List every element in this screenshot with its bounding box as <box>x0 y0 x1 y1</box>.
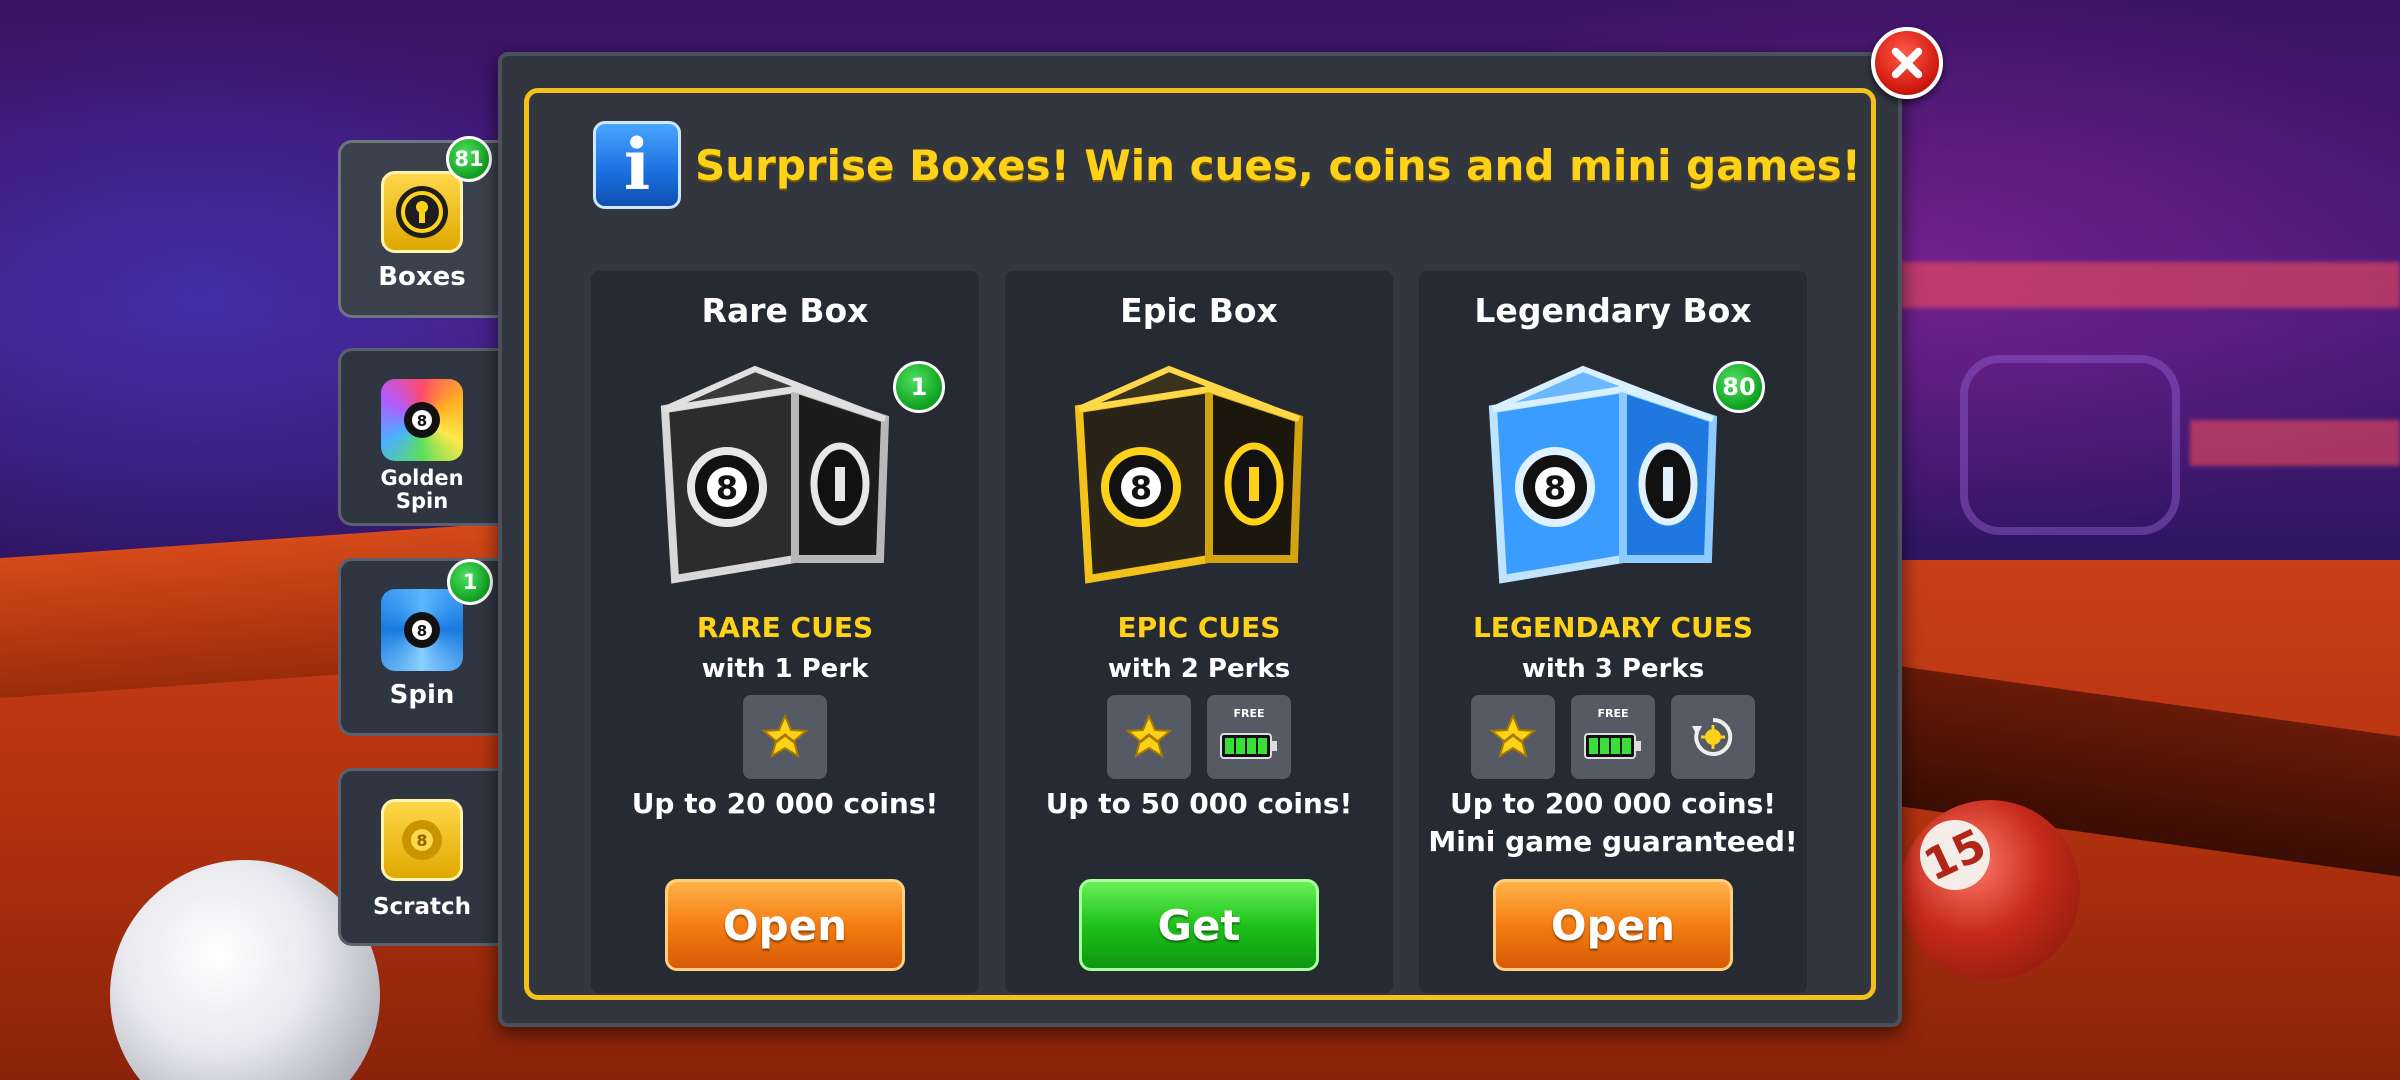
scratch-tab-icon: 8 <box>381 799 463 881</box>
tab-spin[interactable]: 8 1 Spin <box>338 558 503 736</box>
card-title: Legendary Box <box>1474 291 1752 330</box>
mini-game-note: Mini game guaranteed! <box>1428 824 1798 858</box>
coins-label: Up to 200 000 coins! Mini game guarantee… <box>1419 785 1807 861</box>
free-label: FREE <box>1233 707 1265 720</box>
svg-text:8: 8 <box>1544 469 1566 507</box>
perk-item <box>743 695 827 779</box>
boxes-tab-icon: 81 <box>381 136 492 253</box>
tab-label: Scratch <box>372 894 472 920</box>
tab-label: Spin <box>389 680 455 710</box>
cue-type-label: EPIC CUES <box>1117 611 1281 644</box>
open-rare-box-button[interactable]: Open <box>665 879 905 971</box>
perks-label: with 3 Perks <box>1521 654 1705 684</box>
star-chevron-icon <box>1125 713 1173 759</box>
svg-text:8: 8 <box>416 831 427 850</box>
close-icon <box>1891 47 1923 79</box>
rare-box-card: Rare Box 8 1 RARE CUES with 1 Perk Up to… <box>591 271 979 993</box>
tab-label: Boxes <box>378 262 466 292</box>
perk-item: FREE <box>1571 695 1655 779</box>
perk-item <box>1107 695 1191 779</box>
boxes-count-badge: 81 <box>446 136 492 182</box>
legendary-box-image: 8 80 <box>1473 359 1765 589</box>
close-button[interactable] <box>1871 27 1943 99</box>
battery-icon <box>1584 733 1641 759</box>
card-title: Rare Box <box>701 291 869 330</box>
rare-box-count-badge: 1 <box>893 361 945 413</box>
pool-ball: 15 <box>1900 800 2080 980</box>
skull-chat-sign <box>1960 355 2180 535</box>
perk-list <box>591 695 979 779</box>
tab-boxes[interactable]: 81 Boxes <box>338 136 503 318</box>
coins-label: Up to 20 000 coins! <box>631 787 939 820</box>
rare-box-icon: 8 <box>660 365 890 584</box>
epic-box-image: 8 <box>1059 359 1339 589</box>
keyhole-icon <box>396 186 448 238</box>
cue-type-label: RARE CUES <box>696 611 874 644</box>
epic-box-card: Epic Box 8 EPIC CUES with 2 Perks FREE U… <box>1005 271 1393 993</box>
perk-item: FREE <box>1207 695 1291 779</box>
coins-label: Up to 50 000 coins! <box>1045 787 1353 820</box>
legendary-box-count-badge: 80 <box>1713 361 1765 413</box>
coins-amount: Up to 200 000 coins! <box>1449 787 1777 820</box>
cue-type-label: LEGENDARY CUES <box>1472 611 1754 644</box>
svg-text:8: 8 <box>716 469 738 507</box>
info-icon[interactable]: i <box>593 121 681 209</box>
spin-count-badge: 1 <box>447 559 493 605</box>
perk-list: FREE <box>1419 695 1807 779</box>
legendary-box-icon: 8 <box>1488 365 1718 584</box>
epic-box-icon: 8 <box>1074 365 1304 584</box>
time-refresh-icon <box>1692 717 1733 756</box>
perk-item <box>1471 695 1555 779</box>
eight-ball-icon: 8 <box>404 612 440 648</box>
perk-list: FREE <box>1005 695 1393 779</box>
svg-text:8: 8 <box>417 412 427 430</box>
perks-label: with 1 Perk <box>701 654 869 684</box>
legendary-box-card: Legendary Box 8 80 LEGENDARY CUES with 3… <box>1419 271 1807 993</box>
star-chevron-icon <box>1489 713 1537 759</box>
battery-icon <box>1220 733 1277 759</box>
dialog-header: i Surprise Boxes! Win cues, coins and mi… <box>593 121 1861 209</box>
card-title: Epic Box <box>1120 291 1278 330</box>
neon-stripe <box>1900 262 2400 308</box>
tab-scratch[interactable]: 8 Scratch <box>338 768 503 946</box>
tab-label: Golden Spin <box>380 466 464 514</box>
golden-spin-tab-icon: 8 <box>381 379 463 461</box>
rare-box-image: 8 1 <box>645 359 945 589</box>
perk-item <box>1671 695 1755 779</box>
tab-golden-spin[interactable]: 8 Golden Spin <box>338 348 503 526</box>
surprise-boxes-dialog: i Surprise Boxes! Win cues, coins and mi… <box>498 52 1902 1027</box>
spin-tab-icon: 8 1 <box>381 559 493 671</box>
info-letter: i <box>623 123 651 206</box>
dialog-frame: i Surprise Boxes! Win cues, coins and mi… <box>524 88 1876 1000</box>
svg-text:8: 8 <box>1130 469 1152 507</box>
perks-label: with 2 Perks <box>1107 654 1291 684</box>
svg-text:8: 8 <box>417 622 427 640</box>
dialog-title: Surprise Boxes! Win cues, coins and mini… <box>695 140 1861 190</box>
open-legendary-box-button[interactable]: Open <box>1493 879 1733 971</box>
star-chevron-icon <box>761 713 809 759</box>
get-epic-box-button[interactable]: Get <box>1079 879 1319 971</box>
eight-ball-icon: 8 <box>404 402 440 438</box>
neon-stripe <box>2190 420 2400 466</box>
eight-ball-icon: 8 <box>402 820 442 860</box>
free-label: FREE <box>1597 707 1629 720</box>
